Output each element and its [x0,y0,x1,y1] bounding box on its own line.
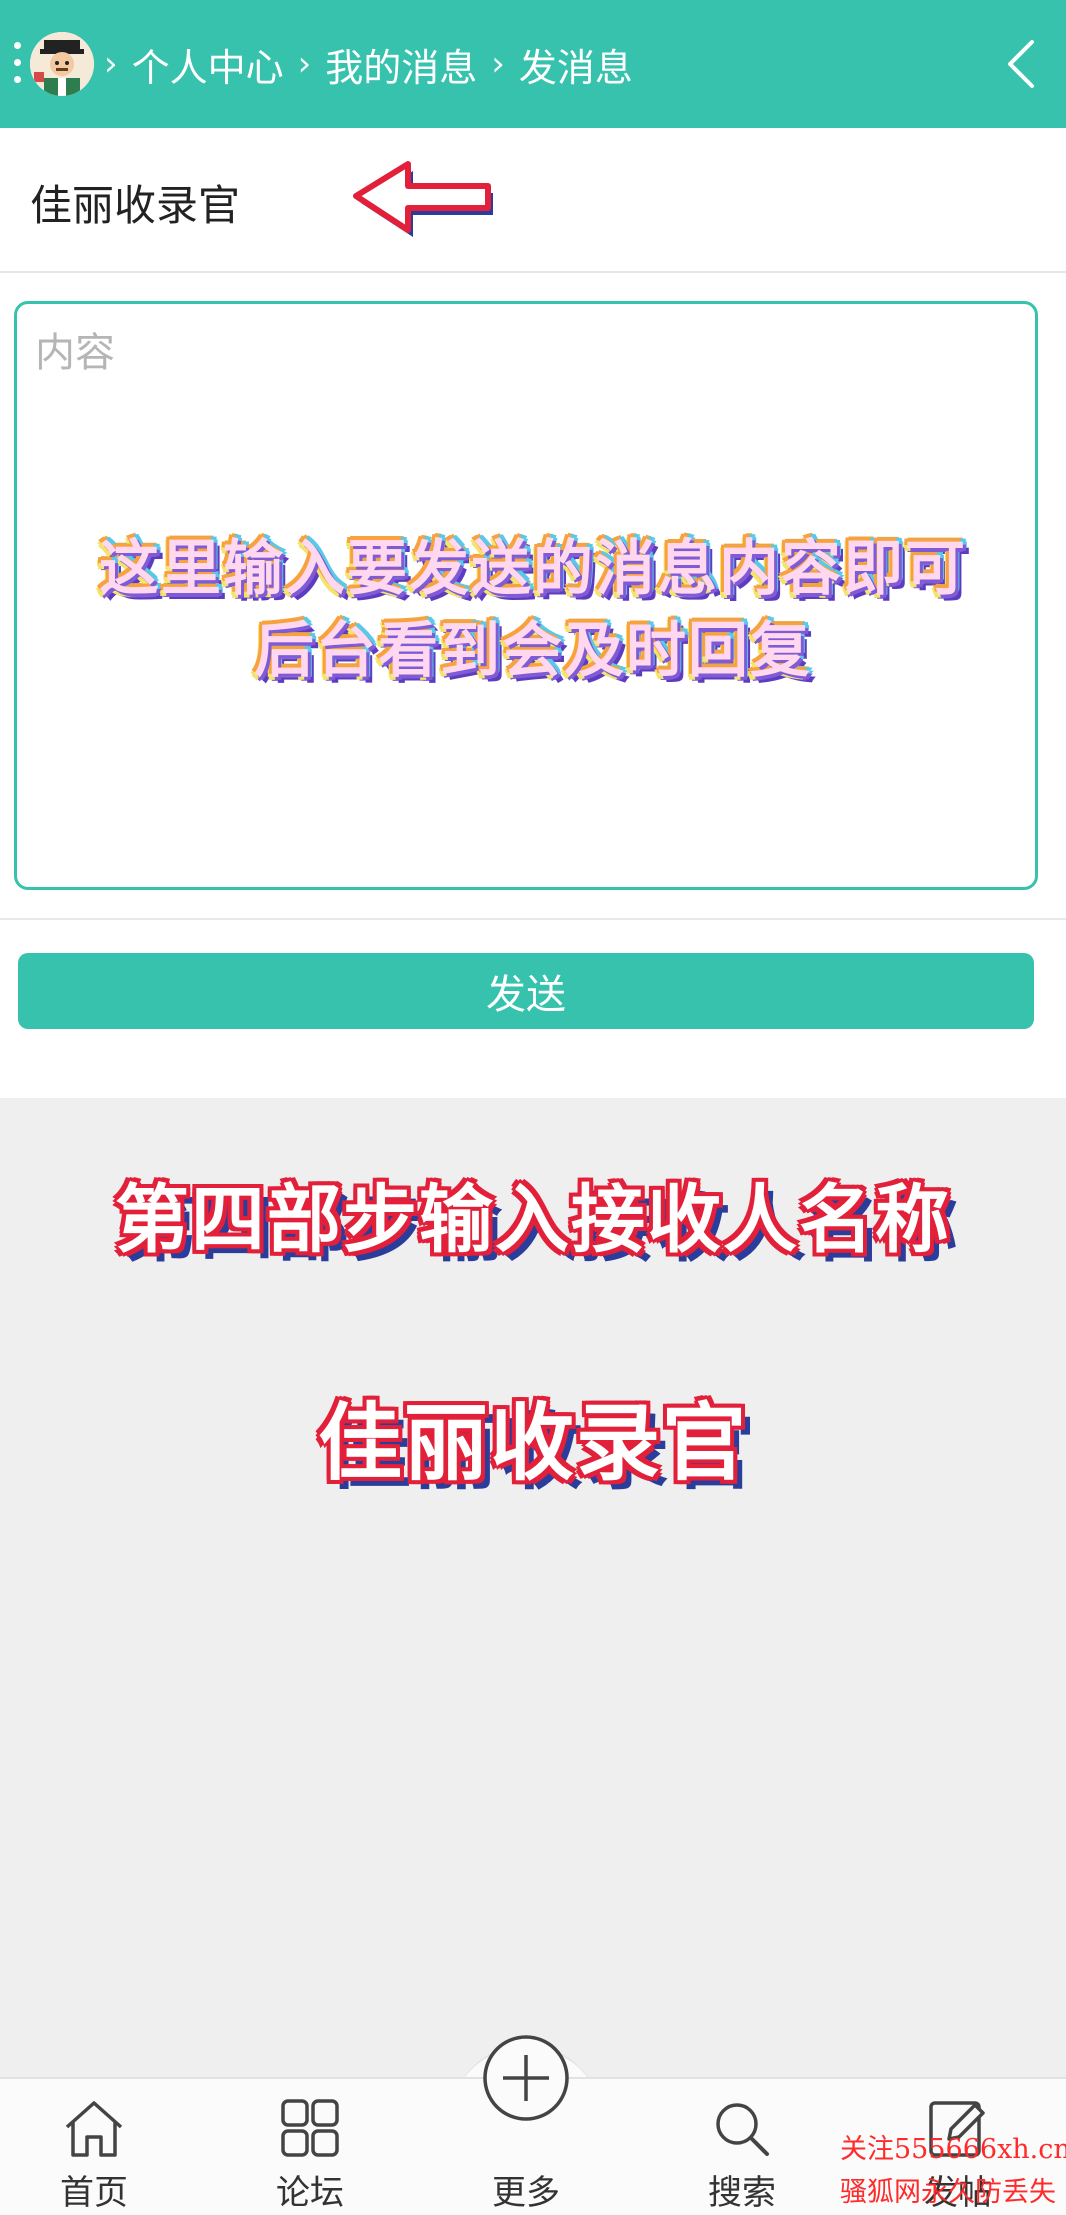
breadcrumb-send-message: 发消息 [518,45,633,90]
nav-label: 搜索 [708,2173,776,2213]
search-icon [716,2103,769,2156]
hint-caption-line2: 后台看到会及时回复 [254,616,812,686]
nav-item-search[interactable]: 搜索 [667,2079,817,2215]
menu-dots-icon[interactable] [14,42,24,86]
nav-label: 更多 [492,2173,560,2213]
grid-icon [281,2099,339,2157]
step-caption: 第四部步输入接收人名称 [115,1177,951,1263]
breadcrumb-personal-center[interactable]: 个人中心 [132,37,284,92]
breadcrumb-separator: › [491,44,505,84]
breadcrumb-separator: › [104,44,118,84]
nav-label: 论坛 [276,2173,344,2213]
recipient-row[interactable]: 佳丽收录官 [0,128,1066,273]
left-arrow-annotation-icon [353,161,493,237]
nav-item-home[interactable]: 首页 [19,2079,169,2215]
breadcrumb-my-messages[interactable]: 我的消息 [325,37,477,92]
divider [0,918,1066,920]
send-button[interactable]: 发送 [18,953,1034,1029]
hint-caption-line1: 这里输入要发送的消息内容即可 [99,534,967,604]
plus-circle-icon [483,2035,569,2121]
watermark: 关注555666xh.cn 骚狐网永久防丢失 [840,2128,1066,2215]
nav-item-more[interactable]: 更多 [451,2035,601,2215]
recipient-caption: 佳丽收录官 [317,1394,748,1492]
nav-label: 首页 [60,2173,128,2213]
watermark-line1: 关注555666xh.cn [840,2134,1066,2165]
recipient-name-field[interactable]: 佳丽收录官 [30,172,240,233]
nav-item-forum[interactable]: 论坛 [235,2079,385,2215]
top-header: › 个人中心 › 我的消息 › 发消息 [0,0,1066,128]
back-chevron-icon[interactable] [998,34,1042,94]
watermark-line2: 骚狐网永久防丢失 [840,2177,1056,2208]
breadcrumb-separator: › [297,44,312,84]
avatar[interactable] [30,32,94,96]
home-icon [65,2101,123,2157]
breadcrumb: › 个人中心 › 我的消息 › 发消息 [100,0,633,128]
